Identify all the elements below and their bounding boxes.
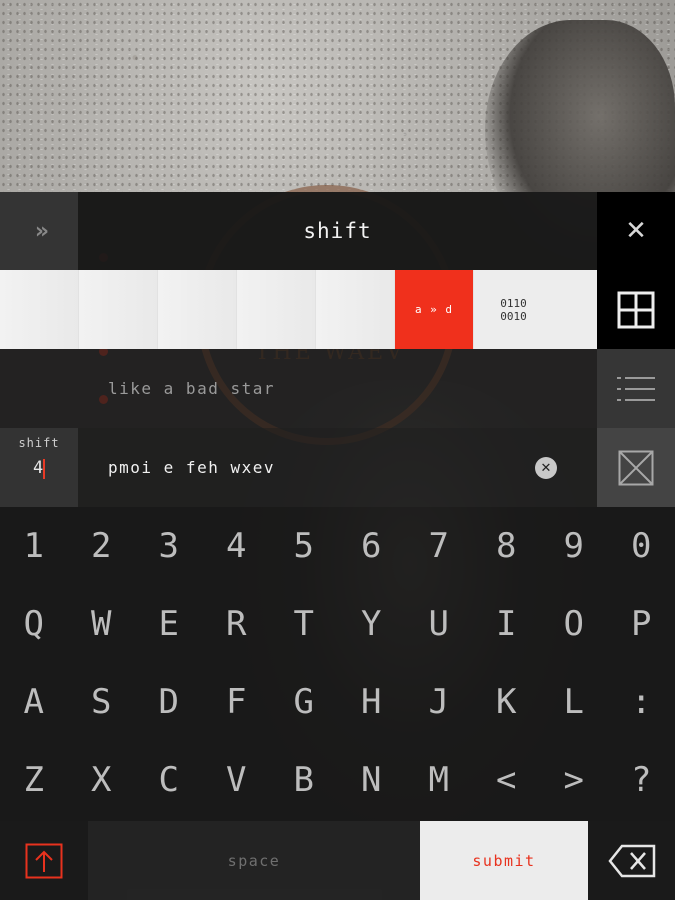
key[interactable]: J (405, 663, 473, 741)
key[interactable]: T (270, 585, 338, 663)
key[interactable]: S (68, 663, 136, 741)
keyboard-action-bar: space submit (0, 821, 675, 900)
grid-icon (617, 291, 655, 328)
double-chevron-right-icon[interactable]: »» (0, 192, 78, 270)
key[interactable]: F (203, 663, 271, 741)
cipher-mode-strip: a » d 0110 0010 (0, 270, 597, 349)
key[interactable]: < (473, 741, 541, 819)
key[interactable]: 8 (473, 507, 541, 585)
hint-row: like a bad star (0, 349, 597, 428)
expand-glyph: » (34, 218, 49, 244)
key[interactable]: P (608, 585, 675, 663)
key[interactable]: 3 (135, 507, 203, 585)
list-view-button[interactable] (597, 349, 675, 428)
submit-button[interactable]: submit (420, 821, 588, 900)
clear-input-button[interactable]: ✕ (535, 457, 557, 479)
key[interactable]: > (540, 741, 608, 819)
key[interactable]: 6 (338, 507, 406, 585)
cipher-slot[interactable] (316, 270, 395, 349)
hint-text: like a bad star (108, 379, 275, 398)
shift-amount-field[interactable]: shift 4 (0, 428, 78, 507)
list-icon (617, 376, 655, 401)
key[interactable]: Z (0, 741, 68, 819)
grid-view-button[interactable] (597, 270, 675, 349)
key[interactable]: I (473, 585, 541, 663)
text-caret (43, 459, 45, 479)
key[interactable]: ? (608, 741, 675, 819)
key-row-bottom: Z X C V B N M < > ? (0, 741, 675, 819)
key[interactable]: Y (338, 585, 406, 663)
key[interactable]: W (68, 585, 136, 663)
key[interactable]: V (203, 741, 271, 819)
key[interactable]: 9 (540, 507, 608, 585)
space-key[interactable]: space (88, 821, 420, 900)
key[interactable]: 7 (405, 507, 473, 585)
cipher-slot[interactable] (158, 270, 237, 349)
key[interactable]: H (338, 663, 406, 741)
key-row-top: Q W E R T Y U I O P (0, 585, 675, 663)
close-icon: ✕ (625, 216, 647, 246)
reset-button[interactable] (597, 428, 675, 507)
key[interactable]: 4 (203, 507, 271, 585)
key[interactable]: O (540, 585, 608, 663)
shift-label: shift (18, 436, 60, 450)
message-input[interactable]: pmoi e feh wxev (108, 428, 275, 507)
key-row-numbers: 1 2 3 4 5 6 7 8 9 0 (0, 507, 675, 585)
backspace-key[interactable] (588, 821, 675, 900)
clear-circle-icon: ✕ (540, 460, 552, 476)
key[interactable]: K (473, 663, 541, 741)
key[interactable]: R (203, 585, 271, 663)
keyboard: 1 2 3 4 5 6 7 8 9 0 Q W E R T Y U I O P … (0, 507, 675, 821)
key-row-middle: A S D F G H J K L : (0, 663, 675, 741)
close-button[interactable]: ✕ (597, 192, 675, 270)
key[interactable]: 5 (270, 507, 338, 585)
input-row: shift 4 pmoi e feh wxev (0, 428, 597, 507)
backspace-icon (607, 844, 655, 877)
key[interactable]: C (135, 741, 203, 819)
cipher-mode-shift[interactable]: a » d (395, 270, 474, 349)
key[interactable]: 2 (68, 507, 136, 585)
key[interactable]: 0 (608, 507, 675, 585)
cipher-slot[interactable] (0, 270, 79, 349)
key[interactable]: L (540, 663, 608, 741)
key[interactable]: Q (0, 585, 68, 663)
key[interactable]: D (135, 663, 203, 741)
key[interactable]: X (68, 741, 136, 819)
page-title: shift (303, 219, 372, 243)
cipher-slot[interactable] (237, 270, 316, 349)
cipher-mode-binary[interactable]: 0110 0010 (474, 270, 553, 349)
key[interactable]: E (135, 585, 203, 663)
shift-key[interactable] (0, 821, 88, 900)
key[interactable]: U (405, 585, 473, 663)
key[interactable]: G (270, 663, 338, 741)
key[interactable]: 1 (0, 507, 68, 585)
crossed-box-icon (618, 450, 654, 485)
key[interactable]: : (608, 663, 675, 741)
cipher-slot[interactable] (79, 270, 158, 349)
key[interactable]: B (270, 741, 338, 819)
key[interactable]: M (405, 741, 473, 819)
shift-arrow-icon (25, 843, 63, 878)
key[interactable]: A (0, 663, 68, 741)
shift-value: 4 (33, 458, 44, 478)
key[interactable]: N (338, 741, 406, 819)
header-bar: »» shift (0, 192, 597, 270)
